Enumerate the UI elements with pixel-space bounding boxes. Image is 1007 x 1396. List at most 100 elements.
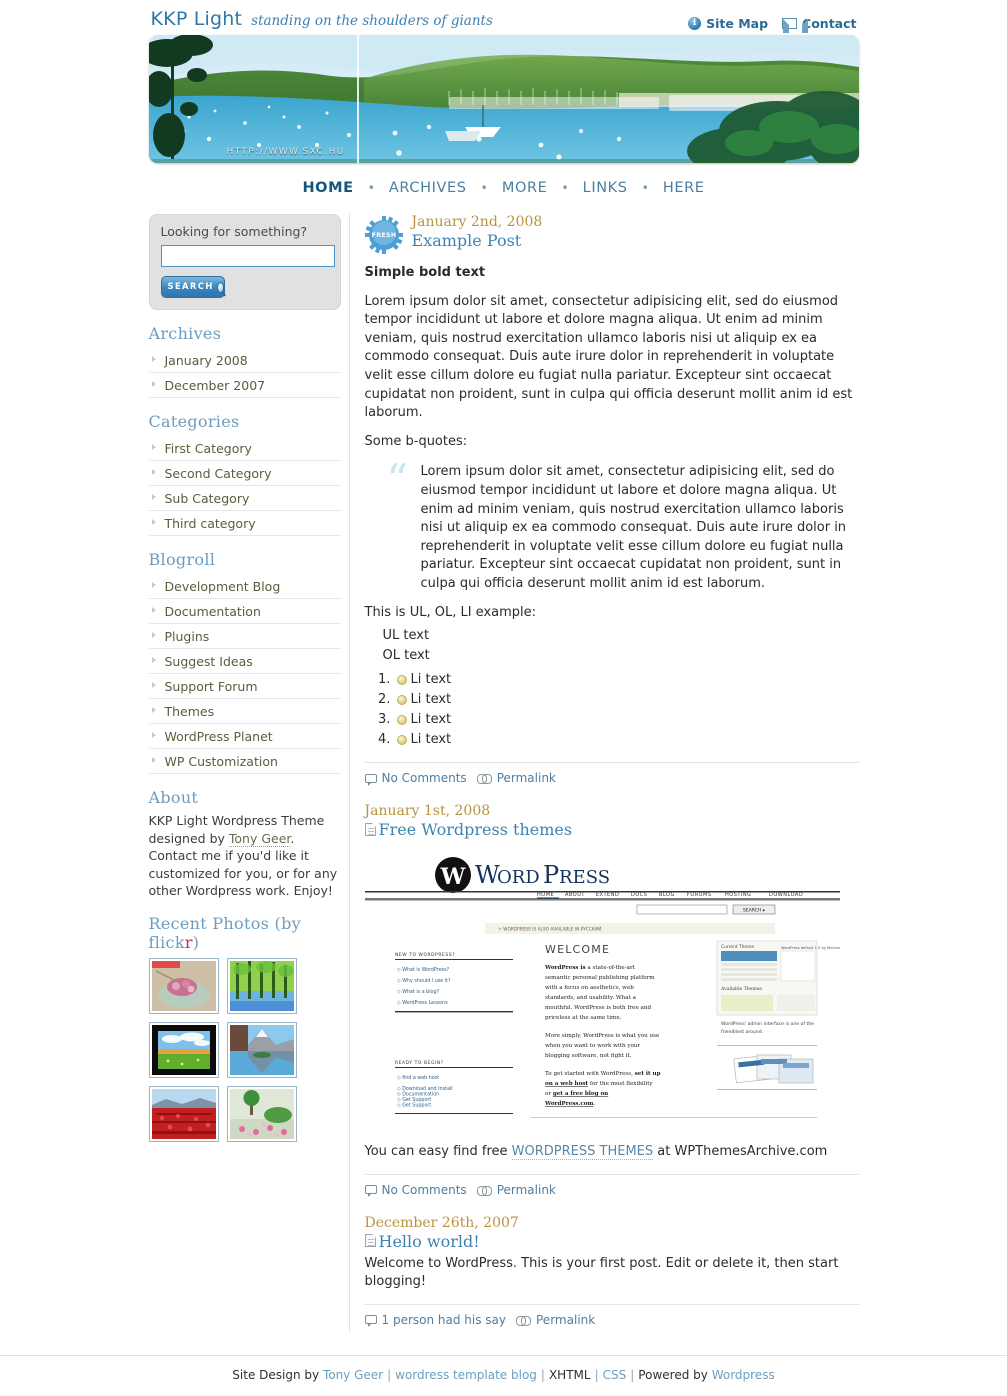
list-item[interactable]: Development Blog xyxy=(148,574,341,599)
comments-link[interactable]: No Comments xyxy=(382,771,467,785)
footer-credits: Site Design by Tony Geer | wordress templa… xyxy=(0,1368,1007,1382)
category-link[interactable]: Second Category xyxy=(165,466,272,481)
list-item[interactable]: Third category xyxy=(148,511,341,536)
green-forest-path-icon xyxy=(229,960,294,1011)
post-title-link[interactable]: Example Post xyxy=(412,231,859,250)
permalink-meta[interactable]: Permalink xyxy=(476,771,556,785)
search-button-label: SEARCH xyxy=(167,282,214,292)
permalink-link[interactable]: Permalink xyxy=(497,1183,556,1197)
svg-text:◇ WordPress Lessons: ◇ WordPress Lessons xyxy=(397,1000,448,1006)
blogroll-link[interactable]: Development Blog xyxy=(165,579,281,594)
header-links: i Site Map Contact xyxy=(688,16,857,33)
svg-text:◇ Get Support: ◇ Get Support xyxy=(397,1097,431,1103)
list-item[interactable]: Suggest Ideas xyxy=(148,649,341,674)
nav-item-links[interactable]: LINKS xyxy=(583,180,628,196)
contact-label: Contact xyxy=(802,16,857,31)
photo-thumbnail[interactable] xyxy=(148,1021,219,1078)
footer-platform-link[interactable]: Wordpress xyxy=(712,1368,775,1382)
comments-link[interactable]: No Comments xyxy=(382,1183,467,1197)
blogroll-link[interactable]: WP Customization xyxy=(165,754,278,769)
footer-design-by: Site Design by xyxy=(232,1367,320,1382)
comments-meta[interactable]: No Comments xyxy=(364,771,467,786)
list-item[interactable]: Second Category xyxy=(148,461,341,486)
permalink-link[interactable]: Permalink xyxy=(536,1313,595,1327)
pink-flowers-in-bowl-icon xyxy=(151,960,216,1011)
category-link[interactable]: Third category xyxy=(165,516,256,531)
search-widget: Looking for something? SEARCH xyxy=(148,214,341,310)
svg-text:priceless at the same time.: priceless at the same time. xyxy=(545,1015,622,1021)
list-item[interactable]: Documentation xyxy=(148,599,341,624)
blogroll-link[interactable]: Documentation xyxy=(165,604,261,619)
comments-meta[interactable]: No Comments xyxy=(364,1183,467,1198)
header-banner-image: HTTP://WWW.SXC.HU xyxy=(148,35,859,163)
footer-css-link[interactable]: CSS xyxy=(603,1368,627,1382)
photo-thumbnail[interactable] xyxy=(226,1085,297,1142)
contact-link[interactable]: Contact xyxy=(782,16,857,33)
main-content: FRESH January 2nd, 2008 Example Post Sim… xyxy=(359,214,859,1333)
blogroll-link[interactable]: Themes xyxy=(165,704,215,719)
category-link[interactable]: First Category xyxy=(165,441,252,456)
list-item[interactable]: December 2007 xyxy=(148,373,341,398)
list-item[interactable]: Sub Category xyxy=(148,486,341,511)
svg-text:or get a free blog on: or get a free blog on xyxy=(545,1091,608,1097)
svg-text:◇ What is WordPress?: ◇ What is WordPress? xyxy=(397,967,450,973)
svg-text:Available Themes: Available Themes xyxy=(720,986,763,992)
sidebar-content-divider xyxy=(348,214,350,1333)
svg-text:ABOUT: ABOUT xyxy=(565,892,585,898)
post-title-link[interactable]: Hello world! xyxy=(379,1232,480,1251)
search-input[interactable] xyxy=(160,245,335,267)
page-icon xyxy=(364,1234,376,1248)
blogroll-link[interactable]: Suggest Ideas xyxy=(165,654,253,669)
comments-meta[interactable]: 1 person had his say xyxy=(364,1313,507,1328)
footer-xhtml-link[interactable]: XHTML xyxy=(549,1368,591,1382)
site-footer: Site Design by Tony Geer | wordress templa… xyxy=(0,1354,1007,1396)
comment-bubble-icon xyxy=(364,1315,377,1328)
archive-link[interactable]: December 2007 xyxy=(165,378,266,393)
archives-list: January 2008 December 2007 xyxy=(148,348,341,398)
wordpress-themes-link[interactable]: WORDPRESS THEMES xyxy=(511,1144,654,1161)
search-button[interactable]: SEARCH xyxy=(160,276,225,298)
photo-thumbnail[interactable] xyxy=(148,957,219,1014)
photo-thumbnail[interactable] xyxy=(226,1021,297,1078)
nav-item-here[interactable]: HERE xyxy=(663,180,705,196)
archive-link[interactable]: January 2008 xyxy=(165,353,248,368)
list-item[interactable]: WordPress Planet xyxy=(148,724,341,749)
red-tulip-field-icon xyxy=(151,1088,216,1139)
site-brand: KKP Light xyxy=(150,8,243,30)
photo-thumbnail[interactable] xyxy=(148,1085,219,1142)
blogroll-link[interactable]: Plugins xyxy=(165,629,210,644)
post-lead: Simple bold text xyxy=(364,265,486,280)
list-item: Li text xyxy=(395,670,859,690)
svg-text:HOSTING: HOSTING xyxy=(725,892,752,898)
nav-item-archives[interactable]: ARCHIVES xyxy=(389,180,467,196)
site-map-link[interactable]: i Site Map xyxy=(688,16,768,31)
comments-link[interactable]: 1 person had his say xyxy=(382,1313,507,1327)
list-item[interactable]: First Category xyxy=(148,436,341,461)
list-item[interactable]: Support Forum xyxy=(148,674,341,699)
list-item[interactable]: WP Customization xyxy=(148,749,341,774)
permalink-link[interactable]: Permalink xyxy=(497,771,556,785)
nav-item-more[interactable]: MORE xyxy=(502,180,548,196)
widget-recent-photos: Recent Photos (by flickr) xyxy=(148,914,341,1142)
widget-title-archives: Archives xyxy=(148,324,222,343)
list-item[interactable]: January 2008 xyxy=(148,348,341,373)
footer-designer-link[interactable]: Tony Geer xyxy=(323,1368,383,1382)
nav-separator: • xyxy=(367,181,375,195)
category-link[interactable]: Sub Category xyxy=(165,491,250,506)
list-item[interactable]: Plugins xyxy=(148,624,341,649)
permalink-meta[interactable]: Permalink xyxy=(516,1313,595,1327)
nav-item-home[interactable]: HOME xyxy=(302,180,353,196)
svg-text:◇ Get Support: ◇ Get Support xyxy=(397,1103,431,1109)
permalink-meta[interactable]: Permalink xyxy=(476,1183,556,1197)
footer-template-blog-link[interactable]: wordress template blog xyxy=(395,1368,537,1382)
blogroll-link[interactable]: WordPress Planet xyxy=(165,729,273,744)
list-item[interactable]: Themes xyxy=(148,699,341,724)
fresh-badge-icon: FRESH xyxy=(364,216,403,254)
garden-with-topiary-icon xyxy=(229,1088,294,1139)
site-tagline: standing on the shoulders of giants xyxy=(251,13,493,29)
blogroll-link[interactable]: Support Forum xyxy=(165,679,258,694)
about-text: KKP Light Wordpress Theme designed by To… xyxy=(149,812,341,900)
about-author-link[interactable]: Tony Geer xyxy=(228,830,291,847)
photo-thumbnail[interactable] xyxy=(226,957,297,1014)
post-title-link[interactable]: Free Wordpress themes xyxy=(379,820,573,839)
